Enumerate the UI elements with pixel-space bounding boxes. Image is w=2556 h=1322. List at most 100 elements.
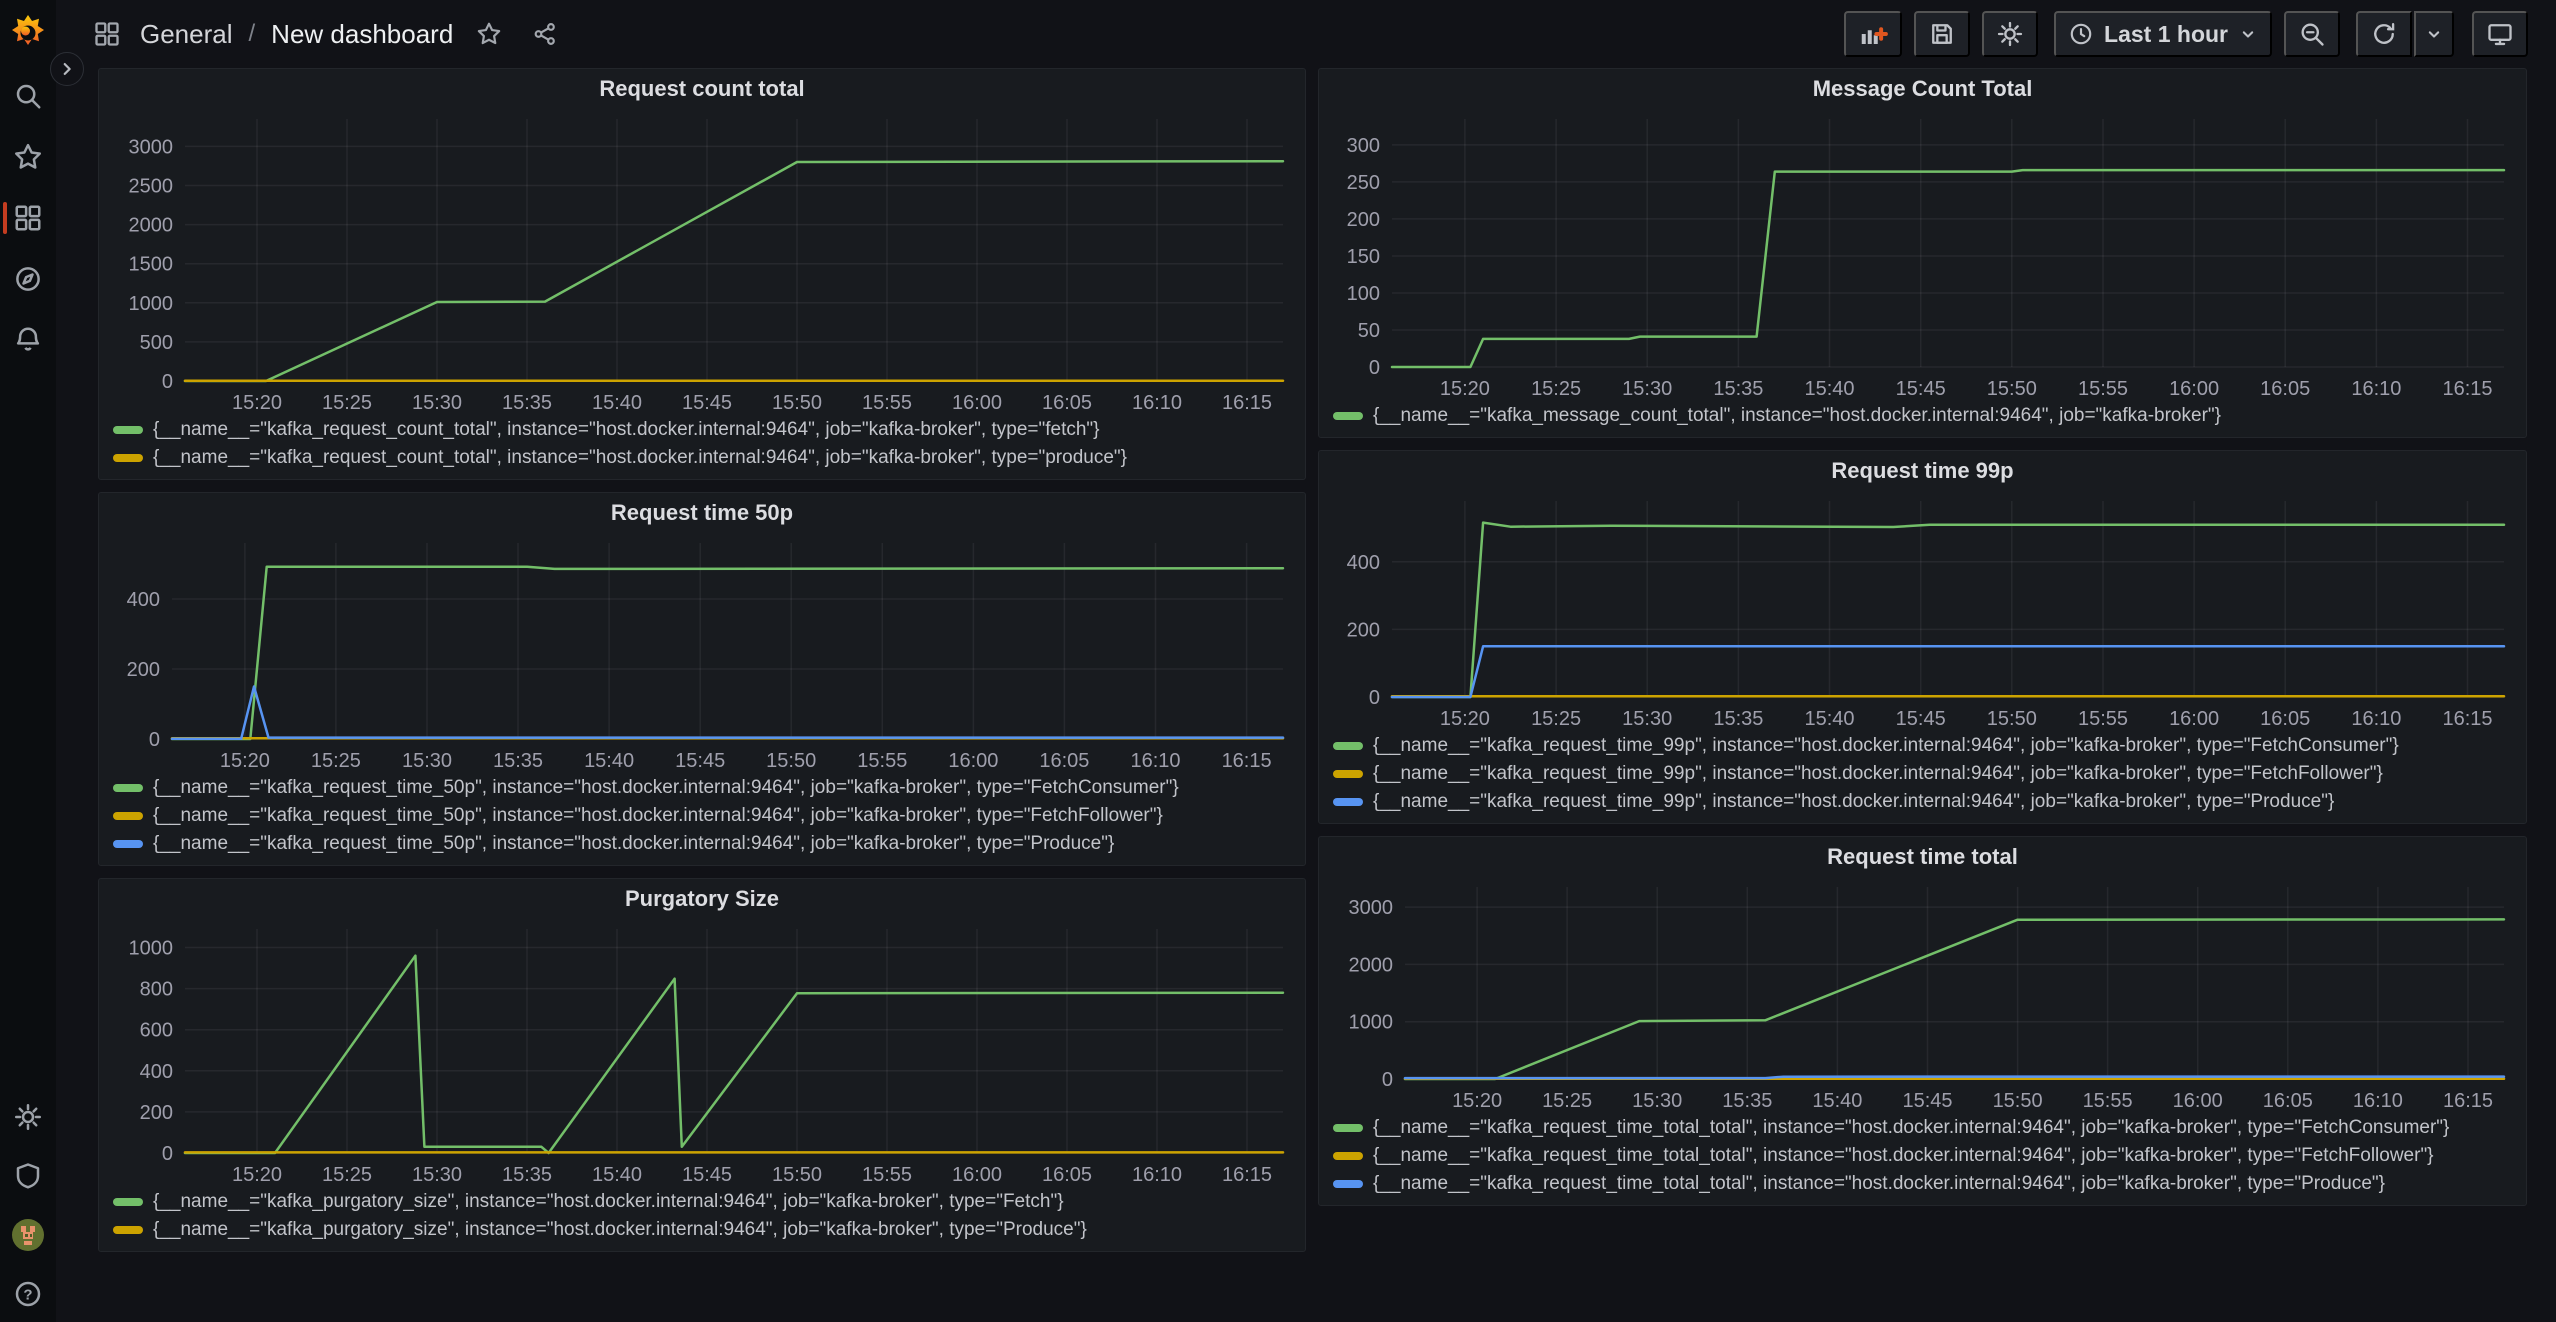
legend-item[interactable]: {__name__="kafka_message_count_total", i… [1333,405,2520,427]
refresh-interval-dropdown[interactable] [2414,11,2454,57]
svg-text:16:00: 16:00 [948,750,998,772]
legend-label: {__name__="kafka_request_time_total_tota… [1373,1173,2385,1195]
zoom-out-icon [2298,20,2326,48]
sidebar-item-server-admin[interactable] [0,1158,56,1194]
tv-monitor-icon [2486,20,2514,48]
breadcrumb-folder[interactable]: General [140,19,233,50]
timeseries-chart[interactable]: 05010015020025030015:2015:2515:3015:3515… [1323,109,2522,401]
gear-icon [1996,20,2024,48]
legend-item[interactable]: {__name__="kafka_request_time_total_tota… [1333,1117,2520,1139]
legend-item[interactable]: {__name__="kafka_request_time_99p", inst… [1333,763,2520,785]
sidebar-item-dashboards[interactable] [0,200,56,236]
legend-item[interactable]: {__name__="kafka_request_time_50p", inst… [113,833,1299,855]
legend-label: {__name__="kafka_request_time_50p", inst… [153,805,1163,827]
legend-label: {__name__="kafka_request_time_total_tota… [1373,1145,2434,1167]
svg-text:16:05: 16:05 [1042,392,1092,414]
add-panel-button[interactable] [1844,11,1902,57]
refresh-button[interactable] [2356,11,2412,57]
svg-text:15:20: 15:20 [1440,378,1490,400]
svg-text:15:45: 15:45 [1902,1090,1952,1112]
panel-title-bar[interactable]: Request time 99p [1319,451,2526,491]
svg-text:15:40: 15:40 [1804,708,1854,730]
legend-item[interactable]: {__name__="kafka_request_count_total", i… [113,419,1299,441]
legend-label: {__name__="kafka_request_time_99p", inst… [1373,763,2383,785]
timeseries-chart[interactable]: 020040015:2015:2515:3015:3515:4015:4515:… [103,533,1301,773]
timeseries-chart[interactable]: 05001000150020002500300015:2015:2515:301… [103,109,1301,415]
tv-mode-button[interactable] [2472,11,2528,57]
star-dashboard-button[interactable] [469,14,509,54]
zoom-out-button[interactable] [2284,11,2340,57]
dashboard-settings-button[interactable] [1982,11,2038,57]
svg-text:15:30: 15:30 [1622,378,1672,400]
legend-item[interactable]: {__name__="kafka_request_time_99p", inst… [1333,735,2520,757]
legend-item[interactable]: {__name__="kafka_request_time_99p", inst… [1333,791,2520,813]
chart-svg[interactable]: 05001000150020002500300015:2015:2515:301… [103,109,1301,415]
legend-swatch [113,426,143,434]
legend-item[interactable]: {__name__="kafka_request_time_50p", inst… [113,805,1299,827]
chevron-down-icon [2238,24,2258,44]
timeseries-chart[interactable]: 010002000300015:2015:2515:3015:3515:4015… [1323,877,2522,1113]
panel-title-bar[interactable]: Purgatory Size [99,879,1305,919]
legend-item[interactable]: {__name__="kafka_purgatory_size", instan… [113,1219,1299,1241]
legend-item[interactable]: {__name__="kafka_request_time_total_tota… [1333,1173,2520,1195]
sidebar-item-explore[interactable] [0,261,56,297]
panel-title-bar[interactable]: Message Count Total [1319,69,2526,109]
breadcrumb-dashboard-title[interactable]: New dashboard [271,19,453,50]
chart-svg[interactable]: 05010015020025030015:2015:2515:3015:3515… [1323,109,2522,401]
svg-text:16:05: 16:05 [1042,1164,1092,1186]
time-range-picker[interactable]: Last 1 hour [2054,11,2272,57]
legend-item[interactable]: {__name__="kafka_request_time_50p", inst… [113,777,1299,799]
grafana-logo[interactable] [7,12,49,54]
svg-text:15:45: 15:45 [1896,378,1946,400]
legend-label: {__name__="kafka_purgatory_size", instan… [153,1191,1064,1213]
panel-title[interactable]: Message Count Total [1813,76,2033,102]
panel-title[interactable]: Request time 50p [611,500,793,526]
legend-label: {__name__="kafka_request_count_total", i… [153,447,1127,469]
svg-text:200: 200 [1347,209,1380,231]
chart-svg[interactable]: 010002000300015:2015:2515:3015:3515:4015… [1323,877,2522,1113]
svg-text:150: 150 [1347,246,1380,268]
svg-text:800: 800 [140,979,173,1001]
panel-title[interactable]: Request time total [1827,844,2018,870]
chart-svg[interactable]: 020040015:2015:2515:3015:3515:4015:4515:… [1323,491,2522,731]
panel-title-bar[interactable]: Request count total [99,69,1305,109]
bell-icon [13,325,43,355]
svg-text:16:05: 16:05 [2260,378,2310,400]
sidebar-expand-button[interactable] [50,52,84,86]
dashboard-header: General / New dashboard [56,0,2556,68]
legend-item[interactable]: {__name__="kafka_request_count_total", i… [113,447,1299,469]
svg-text:15:25: 15:25 [1531,378,1581,400]
panel-title[interactable]: Request time 99p [1831,458,2013,484]
svg-text:15:40: 15:40 [592,392,642,414]
panel-title-bar[interactable]: Request time 50p [99,493,1305,533]
svg-text:16:10: 16:10 [1132,1164,1182,1186]
legend-swatch [1333,770,1363,778]
breadcrumb-separator: / [249,20,256,48]
panel-title[interactable]: Request count total [599,76,804,102]
svg-text:15:40: 15:40 [592,1164,642,1186]
legend-item[interactable]: {__name__="kafka_request_time_total_tota… [1333,1145,2520,1167]
panel-title-bar[interactable]: Request time total [1319,837,2526,877]
svg-text:0: 0 [1369,357,1380,379]
dashboards-grid-icon [13,203,43,233]
sidebar-item-search[interactable] [0,78,56,114]
chart-svg[interactable]: 020040015:2015:2515:3015:3515:4015:4515:… [103,533,1301,773]
legend-item[interactable]: {__name__="kafka_purgatory_size", instan… [113,1191,1299,1213]
sidebar-item-configuration[interactable] [0,1099,56,1135]
svg-text:16:15: 16:15 [1222,1164,1272,1186]
sidebar-item-alerting[interactable] [0,322,56,358]
svg-text:16:10: 16:10 [2351,378,2401,400]
timeseries-chart[interactable]: 020040015:2015:2515:3015:3515:4015:4515:… [1323,491,2522,731]
svg-text:2000: 2000 [1349,954,1394,976]
legend-swatch [1333,412,1363,420]
sidebar-item-starred[interactable] [0,139,56,175]
chart-svg[interactable]: 0200400600800100015:2015:2515:3015:3515:… [103,919,1301,1187]
panel-title[interactable]: Purgatory Size [625,886,779,912]
save-dashboard-button[interactable] [1914,11,1970,57]
timeseries-chart[interactable]: 0200400600800100015:2015:2515:3015:3515:… [103,919,1301,1187]
sidebar-item-help[interactable]: ? [0,1276,56,1312]
share-dashboard-button[interactable] [525,14,565,54]
svg-text:16:00: 16:00 [2169,378,2219,400]
svg-text:600: 600 [140,1020,173,1042]
sidebar-item-profile[interactable] [0,1217,56,1253]
